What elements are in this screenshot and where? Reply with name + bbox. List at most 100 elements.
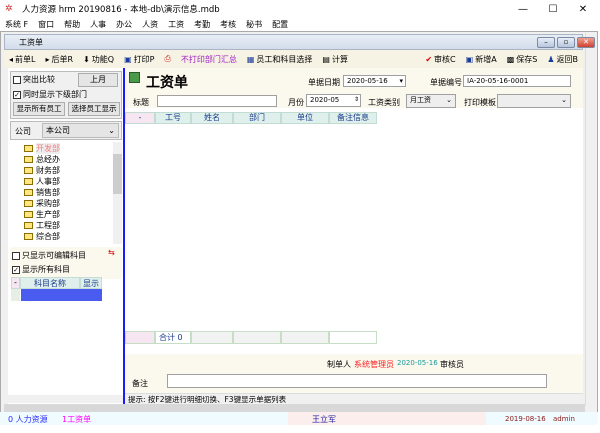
new-icon: ▣ (465, 54, 474, 64)
highlight-compare-checkbox[interactable]: 突出比较 (13, 74, 55, 85)
tab-salary-sheet[interactable]: 1工资单 (62, 414, 91, 425)
maximize-button[interactable]: ☐ (538, 0, 568, 18)
print-template-label: 打印模板 (464, 98, 496, 107)
menu-system[interactable]: 系统 F (0, 18, 33, 31)
save-button[interactable]: ▩ 保存S (502, 54, 543, 65)
subject-name-header[interactable]: 科目名称 (20, 277, 80, 289)
select-employee-display-button[interactable]: 选择员工显示 (68, 102, 120, 116)
menu-office[interactable]: 办公 (111, 18, 137, 31)
tab-hr[interactable]: 0 人力资源 (8, 414, 48, 425)
tree-item[interactable]: 工程部 (24, 220, 60, 231)
salary-form: 工资单 单据日期 2020-05-16 ▾ 单据编号 IA-20-05-16-00… (125, 68, 583, 404)
month-spinner[interactable]: 2020-05 ⇕ (306, 94, 361, 107)
doc-no-label: 单据编号 (430, 78, 462, 87)
column-header-employee-no[interactable]: 工号 (155, 112, 191, 124)
doc-date-input[interactable]: 2020-05-16 ▾ (343, 75, 406, 87)
back-button[interactable]: ♟ 返回B (542, 54, 583, 65)
title-input[interactable] (157, 95, 277, 107)
function-button[interactable]: ⬇ 功能Q (78, 54, 119, 65)
print-icon: ▣ (124, 54, 132, 64)
inner-window-title: 工资单 (19, 37, 43, 47)
page-title: 工资单 (146, 75, 188, 91)
total-label: 合计 0 (155, 331, 191, 344)
menu-help[interactable]: 帮助 (59, 18, 85, 31)
tree-item[interactable]: 综合部 (24, 231, 60, 241)
folder-icon (24, 211, 33, 218)
tree-item[interactable]: 财务部 (24, 165, 60, 176)
add-button[interactable]: ▣ 新增A (461, 54, 502, 65)
window-title: 人力资源 hrm 20190816 - 本地-db\演示信息.mdb (22, 5, 220, 15)
next-button[interactable]: ▸ 后单R (40, 54, 78, 65)
column-header-unit[interactable]: 单位 (281, 112, 329, 124)
subject-row-selected[interactable] (20, 289, 102, 301)
tree-item[interactable]: 生产部 (24, 209, 60, 220)
app-icon: ✲ (5, 4, 13, 14)
arrow-left-icon: ◂ (9, 54, 14, 64)
no-print-summary-toggle[interactable]: 不打印部门汇总 (176, 54, 242, 65)
status-account: admin (553, 415, 575, 423)
doc-no-input[interactable]: IA-20-05-16-0001 (463, 75, 571, 87)
total-cell (329, 331, 377, 344)
menu-config[interactable]: 配置 (267, 18, 293, 31)
save-icon: ▩ (506, 54, 515, 64)
back-icon: ♟ (547, 54, 555, 64)
menu-personnel[interactable]: 人事 (85, 18, 111, 31)
inner-close-button[interactable]: ✕ (577, 37, 595, 48)
tree-item[interactable]: 总经办 (24, 154, 60, 165)
tree-item[interactable]: 销售部 (24, 187, 60, 198)
maker-label: 制单人 (327, 360, 351, 369)
column-header-name[interactable]: 姓名 (191, 112, 233, 124)
total-cell (233, 331, 281, 344)
arrow-right-icon: ▸ (45, 54, 50, 64)
prev-button[interactable]: ◂ 前单L (4, 54, 40, 65)
audit-button[interactable]: ✔ 审核C (420, 54, 460, 65)
grid-corner: - (125, 112, 155, 124)
outer-vertical-scrollbar[interactable] (585, 33, 597, 405)
tree-item[interactable]: 采购部 (24, 198, 60, 209)
menu-hr[interactable]: 人资 (137, 18, 163, 31)
calculator-icon: ▤ (322, 54, 330, 64)
left-horizontal-scrollbar[interactable] (8, 395, 123, 403)
spinner-icon: ⇕ (353, 96, 359, 103)
remark-input[interactable] (167, 374, 547, 388)
menu-bar: 系统 F 窗口 帮助 人事 办公 人资 工资 考勤 考核 秘书 配置 (0, 18, 600, 31)
close-button[interactable]: ✕ (568, 0, 598, 18)
employee-subject-select-button[interactable]: ▦ 员工和科目选择 (242, 54, 318, 65)
menu-assessment[interactable]: 考核 (215, 18, 241, 31)
show-sub-departments-checkbox[interactable]: ✓ 同时显示下级部门 (13, 89, 87, 100)
status-user: 王立军 (312, 415, 336, 424)
show-all-employees-button[interactable]: 显示所有员工 (13, 102, 65, 116)
chevron-down-icon: ⌄ (561, 96, 567, 104)
swap-icon[interactable]: ⇆ (108, 248, 115, 257)
calculate-button[interactable]: ▤ 计算 (317, 54, 353, 65)
menu-window[interactable]: 窗口 (33, 18, 59, 31)
last-month-button[interactable]: 上月 (78, 73, 118, 87)
inner-minimize-button[interactable]: – (537, 37, 555, 48)
tree-item[interactable]: 开发部 (24, 143, 60, 154)
menu-attendance[interactable]: 考勤 (189, 18, 215, 31)
inner-restore-button[interactable]: ▫ (557, 37, 575, 48)
toolbar: ◂ 前单L ▸ 后单R ⬇ 功能Q ▣ 打印P ⎙ 不打印部门汇总 ▦ 员工和科目选择 ▤… (4, 50, 583, 68)
subject-display-header[interactable]: 显示 (80, 277, 102, 289)
maker-value: 系统管理员 (354, 360, 394, 369)
column-header-department[interactable]: 部门 (233, 112, 281, 124)
only-editable-subjects-checkbox[interactable]: 只显示可编辑科目 (12, 250, 86, 261)
minimize-button[interactable]: — (508, 0, 538, 18)
print-template-select[interactable]: ⌄ (497, 94, 571, 108)
printer-icon[interactable]: ⎙ (159, 54, 175, 64)
company-select[interactable]: 本公司 ⌄ (42, 123, 119, 138)
tree-scrollbar[interactable] (113, 142, 122, 244)
folder-icon (24, 178, 33, 185)
tree-item[interactable]: 人事部 (24, 176, 60, 187)
print-button[interactable]: ▣ 打印P (119, 54, 159, 65)
total-cell (191, 331, 233, 344)
salary-type-select[interactable]: 月工资 ⌄ (406, 94, 456, 108)
left-panel: 突出比较 上月 ✓ 同时显示下级部门 显示所有员工 选择员工显示 公司 本公司 ⌄ … (8, 68, 125, 404)
column-header-remark[interactable]: 备注信息 (329, 112, 377, 124)
menu-secretary[interactable]: 秘书 (241, 18, 267, 31)
horizontal-scrollbar[interactable] (4, 404, 585, 412)
menu-salary[interactable]: 工资 (163, 18, 189, 31)
show-all-subjects-checkbox[interactable]: ✓ 显示所有科目 (12, 264, 70, 275)
total-row-corner (125, 331, 155, 344)
auditor-label: 审核员 (440, 360, 464, 369)
